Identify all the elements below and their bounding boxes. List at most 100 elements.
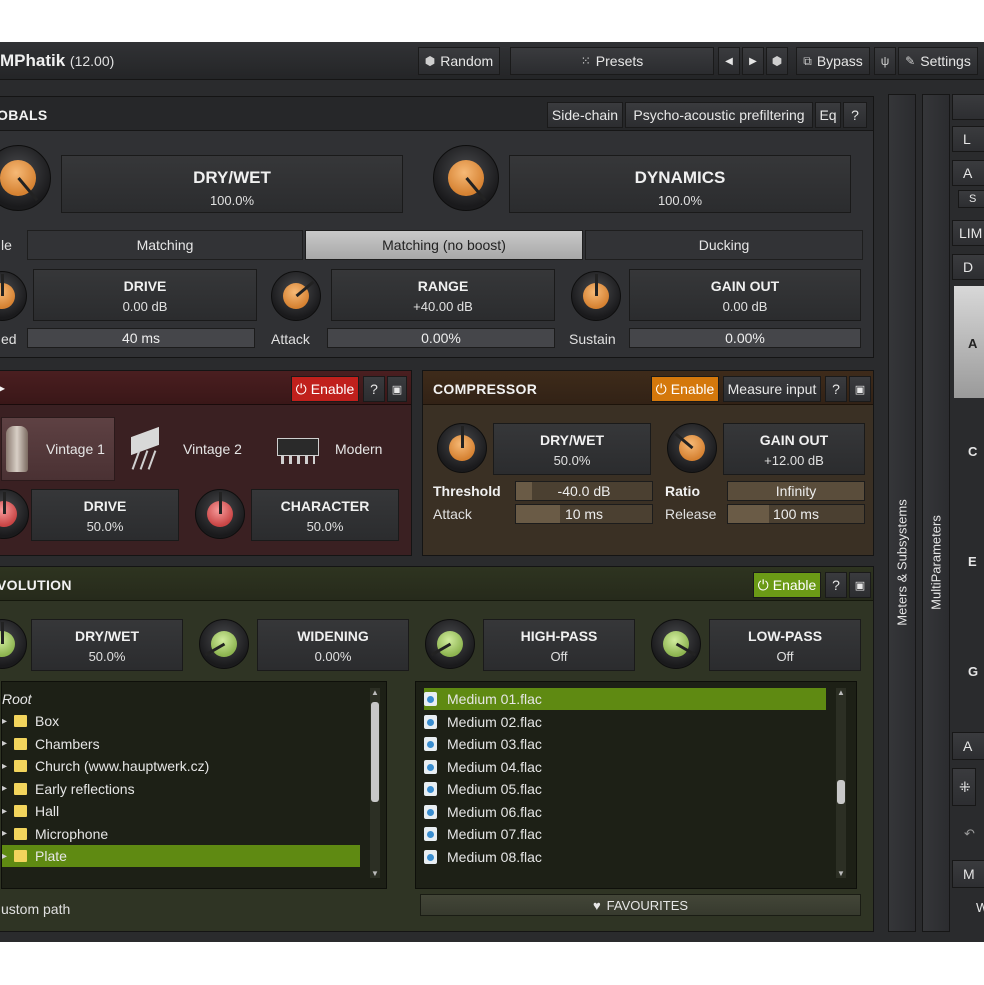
right-button-lim[interactable]: LIM xyxy=(952,220,984,246)
speed-slider[interactable]: 40 ms xyxy=(27,328,255,348)
compressor-menu-button[interactable]: ▣ xyxy=(849,376,871,402)
bypass-button[interactable]: ⧉ Bypass xyxy=(796,47,870,75)
right-bottom-button-a[interactable]: A xyxy=(952,732,984,760)
right-bottom-button-m[interactable]: M xyxy=(952,860,984,888)
folder-item[interactable]: ▸ Hall xyxy=(2,800,360,822)
dynamics-param[interactable]: DYNAMICS 100.0% xyxy=(509,155,851,213)
sat-character-knob[interactable] xyxy=(195,489,245,539)
ir-folder-tree[interactable]: Root ▸ Box ▸ Chambers ▸ Church (www.hauptwerk… xyxy=(1,681,387,889)
right-button-l[interactable]: L xyxy=(952,126,984,152)
compressor-help-button[interactable]: ? xyxy=(825,376,847,402)
sidechain-button[interactable]: Side-chain xyxy=(547,102,623,128)
mode-tab-matching-no-boost[interactable]: Matching (no boost) xyxy=(305,230,583,260)
presets-button[interactable]: ⁙ Presets xyxy=(510,47,714,75)
tree-expand-icon[interactable]: ▸ xyxy=(2,716,14,727)
file-item[interactable]: Medium 02.flac xyxy=(424,711,826,733)
convolution-help-button[interactable]: ? xyxy=(825,572,847,598)
saturation-menu-button[interactable]: ▣ xyxy=(387,376,407,402)
lowpass-param[interactable]: LOW-PASS Off xyxy=(709,619,861,671)
tuning-button[interactable]: ψ xyxy=(874,47,896,75)
sat-drive-param[interactable]: DRIVE 50.0% xyxy=(31,489,179,541)
mode-tab-matching[interactable]: Matching xyxy=(27,230,303,260)
file-item[interactable]: Medium 01.flac xyxy=(424,688,826,710)
ir-file-list[interactable]: Medium 01.flac Medium 02.flac Medium 03.fl… xyxy=(415,681,857,889)
prev-preset-button[interactable]: ◀ xyxy=(718,47,740,75)
comp-attack-slider[interactable]: 10 ms xyxy=(515,504,653,524)
drywet-knob[interactable] xyxy=(0,145,51,211)
file-item[interactable]: Medium 03.flac xyxy=(424,733,826,755)
mode-modern[interactable]: Modern xyxy=(273,417,409,481)
saturation-help-button[interactable]: ? xyxy=(363,376,385,402)
drive-param[interactable]: DRIVE 0.00 dB xyxy=(33,269,257,321)
help-button[interactable]: ? xyxy=(843,102,867,128)
file-item[interactable]: Medium 08.flac xyxy=(424,846,826,868)
right-button-s[interactable]: S xyxy=(958,190,984,208)
right-blank-button[interactable] xyxy=(952,94,984,120)
scroll-down-icon[interactable]: ▼ xyxy=(370,869,380,878)
folder-scrollbar[interactable]: ▲ ▼ xyxy=(370,688,380,878)
comp-drywet-param[interactable]: DRY/WET 50.0% xyxy=(493,423,651,475)
folder-item[interactable]: ▸ Church (www.hauptwerk.cz) xyxy=(2,755,360,777)
right-grid-button[interactable]: ⁜ xyxy=(952,768,976,806)
measure-input-button[interactable]: Measure input xyxy=(723,376,821,402)
scroll-thumb[interactable] xyxy=(837,780,845,804)
folder-item[interactable]: ▸ Early reflections xyxy=(2,778,360,800)
right-button-a[interactable]: A xyxy=(952,160,984,186)
tree-expand-icon[interactable]: ▸ xyxy=(2,738,14,749)
sat-character-param[interactable]: CHARACTER 50.0% xyxy=(251,489,399,541)
convolution-menu-button[interactable]: ▣ xyxy=(849,572,871,598)
meters-subsystems-strip[interactable]: Meters & Subsystems xyxy=(888,94,916,932)
comp-drywet-knob[interactable] xyxy=(437,423,487,473)
conv-drywet-knob[interactable] xyxy=(0,619,27,669)
gainout-param[interactable]: GAIN OUT 0.00 dB xyxy=(629,269,861,321)
tree-expand-icon[interactable]: ▸ xyxy=(2,761,14,772)
scroll-thumb[interactable] xyxy=(371,702,379,802)
sat-drive-knob[interactable] xyxy=(0,489,29,539)
threshold-slider[interactable]: -40.0 dB xyxy=(515,481,653,501)
psychoacoustic-button[interactable]: Psycho-acoustic prefiltering xyxy=(625,102,813,128)
dynamics-knob[interactable] xyxy=(433,145,499,211)
random-button[interactable]: ⬢ Random xyxy=(418,47,500,75)
tree-expand-icon[interactable]: ▸ xyxy=(2,806,14,817)
drive-knob[interactable] xyxy=(0,271,27,321)
randomize-preset-button[interactable]: ⬢ xyxy=(766,47,788,75)
highpass-knob[interactable] xyxy=(425,619,475,669)
widening-param[interactable]: WIDENING 0.00% xyxy=(257,619,409,671)
tree-expand-icon[interactable]: ▸ xyxy=(2,851,14,862)
folder-item[interactable]: ▸ Chambers xyxy=(2,733,360,755)
comp-gainout-knob[interactable] xyxy=(667,423,717,473)
widening-knob[interactable] xyxy=(199,619,249,669)
scroll-up-icon[interactable]: ▲ xyxy=(836,688,846,697)
file-item[interactable]: Medium 05.flac xyxy=(424,778,826,800)
mode-tab-ducking[interactable]: Ducking xyxy=(585,230,863,260)
conv-drywet-param[interactable]: DRY/WET 50.0% xyxy=(31,619,183,671)
scroll-down-icon[interactable]: ▼ xyxy=(836,869,846,878)
gainout-knob[interactable] xyxy=(571,271,621,321)
file-scrollbar[interactable]: ▲ ▼ xyxy=(836,688,846,878)
file-item[interactable]: Medium 04.flac xyxy=(424,756,826,778)
eq-button[interactable]: Eq xyxy=(815,102,841,128)
sustain-slider[interactable]: 0.00% xyxy=(629,328,861,348)
range-param[interactable]: RANGE +40.00 dB xyxy=(331,269,555,321)
ratio-slider[interactable]: Infinity xyxy=(727,481,865,501)
tree-root[interactable]: Root xyxy=(2,688,386,710)
folder-item[interactable]: ▸ Box xyxy=(2,710,360,732)
saturation-enable-button[interactable]: ⏻ Enable xyxy=(291,376,359,402)
file-item[interactable]: Medium 07.flac xyxy=(424,823,826,845)
next-preset-button[interactable]: ▶ xyxy=(742,47,764,75)
favourites-button[interactable]: ♥ FAVOURITES xyxy=(420,894,861,916)
range-knob[interactable] xyxy=(271,271,321,321)
multiparameters-strip[interactable]: MultiParameters xyxy=(922,94,950,932)
release-slider[interactable]: 100 ms xyxy=(727,504,865,524)
scroll-up-icon[interactable]: ▲ xyxy=(370,688,380,697)
convolution-enable-button[interactable]: ⏻ Enable xyxy=(753,572,821,598)
attack-slider[interactable]: 0.00% xyxy=(327,328,555,348)
file-item[interactable]: Medium 06.flac xyxy=(424,801,826,823)
tree-expand-icon[interactable]: ▸ xyxy=(2,783,14,794)
settings-button[interactable]: ✎ Settings xyxy=(898,47,978,75)
compressor-enable-button[interactable]: ⏻ Enable xyxy=(651,376,719,402)
collapse-arrow-icon[interactable]: ▸ xyxy=(0,381,5,395)
lowpass-knob[interactable] xyxy=(651,619,701,669)
folder-item[interactable]: ▸ Microphone xyxy=(2,823,360,845)
custom-path-label[interactable]: ustom path xyxy=(1,901,70,917)
